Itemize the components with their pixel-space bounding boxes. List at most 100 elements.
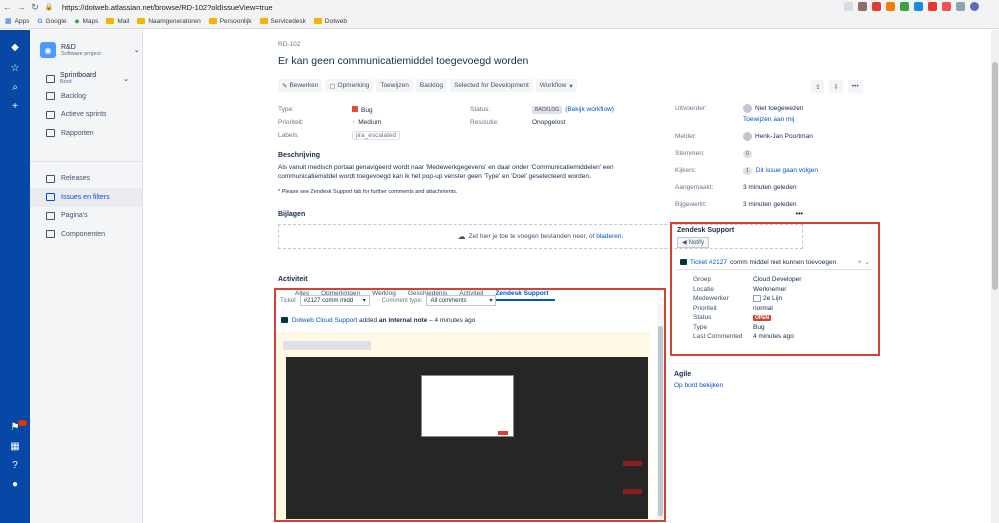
- bookmark-dotweb[interactable]: Dotweb: [313, 18, 347, 25]
- share-icon[interactable]: ⇪: [811, 80, 825, 93]
- extension-icon[interactable]: [858, 2, 867, 11]
- extension-icon[interactable]: [872, 2, 881, 11]
- project-header[interactable]: ◉ R&D Software project ⌄: [30, 30, 142, 58]
- field-key: Status: [693, 314, 712, 322]
- sidebar-item-backlog[interactable]: Backlog: [30, 87, 142, 106]
- redacted-text-block: [283, 341, 371, 350]
- field-key: Locatie: [693, 285, 714, 293]
- view-on-board-link[interactable]: Op bord bekijken: [674, 382, 723, 389]
- reload-icon[interactable]: ↻: [28, 2, 42, 13]
- zendesk-activity-panel: Ticket #2127 comm midd ▾ Comment type: Al…: [274, 288, 666, 522]
- export-icon[interactable]: ⇩: [829, 80, 843, 93]
- bookmark-mail[interactable]: Mail: [106, 18, 129, 25]
- address-bar[interactable]: https://dotweb.atlassian.net/browse/RD-1…: [62, 3, 273, 12]
- notify-button[interactable]: ◀ Notify: [677, 237, 709, 248]
- field-value: 4 minutes ago: [753, 333, 794, 341]
- assign-to-me-link[interactable]: Toewijzen aan mij: [743, 116, 794, 123]
- issue-key[interactable]: RD-102: [278, 41, 300, 48]
- star-icon[interactable]: [844, 2, 853, 11]
- chevron-down-icon[interactable]: ⌄: [123, 75, 129, 83]
- ticket-select[interactable]: #2127 comm midd ▾: [299, 295, 370, 306]
- close-icon[interactable]: ×: [858, 259, 862, 266]
- forward-icon[interactable]: →: [14, 2, 28, 12]
- bookmark-servicedesk[interactable]: Servicedesk: [259, 18, 306, 25]
- jira-logo-icon[interactable]: ◆: [11, 42, 19, 55]
- page-scrollbar-thumb[interactable]: [992, 62, 998, 290]
- sidebar-item-reports[interactable]: Rapporten: [30, 124, 142, 143]
- backlog-button[interactable]: Backlog: [415, 79, 447, 92]
- zendesk-icon: [680, 259, 687, 265]
- zendesk-support-panel: Zendesk Support ◀ Notify Ticket #2127 com…: [670, 222, 880, 356]
- backlog-icon: [46, 92, 55, 101]
- reporter-label: Melder:: [675, 133, 697, 140]
- page-title: Er kan geen communicatiemiddel toegevoeg…: [278, 55, 529, 67]
- embedded-screenshot: [286, 357, 648, 519]
- linked-ticket: Ticket #2127 comm middel niet kunnen toe…: [677, 255, 873, 270]
- votes-count[interactable]: 0: [743, 149, 752, 158]
- notifications-icon[interactable]: ⚑: [11, 420, 27, 435]
- people-panel: Uitvoerder: Niet toegewezen Toewijzen aan…: [675, 103, 865, 210]
- app-switcher-icon[interactable]: ▦: [10, 441, 19, 454]
- sidebar-item-components[interactable]: Componenten: [30, 225, 142, 244]
- assignee-value: Niet toegewezen: [755, 105, 804, 112]
- more-icon[interactable]: •••: [847, 80, 863, 93]
- profile-icon[interactable]: [970, 2, 979, 11]
- comment-author-link[interactable]: Dotweb Cloud Support: [292, 317, 357, 324]
- star-icon[interactable]: ☆: [11, 63, 20, 76]
- chevron-down-icon[interactable]: ⌄: [134, 46, 140, 54]
- sidebar-item-active-sprints[interactable]: Actieve sprints: [30, 106, 142, 125]
- view-workflow-link[interactable]: (Bekijk workflow): [565, 106, 614, 113]
- zendesk-icon: [281, 317, 288, 324]
- ticket-fields: Groep Cloud Developer Locatie Werknemer Me…: [677, 275, 873, 342]
- profile-icon[interactable]: ●: [12, 479, 18, 492]
- search-icon[interactable]: ⌕: [12, 82, 18, 95]
- page-scrollbar[interactable]: [991, 30, 999, 523]
- bookmark-apps[interactable]: ▦ Apps: [5, 17, 29, 26]
- edit-button[interactable]: ✎ Bewerken: [278, 79, 323, 92]
- bookmark-maps[interactable]: ◆ Maps: [74, 17, 98, 26]
- selected-for-development-button[interactable]: Selected for Development: [449, 79, 533, 92]
- assign-button[interactable]: Toewijzen: [376, 79, 413, 92]
- extension-icon[interactable]: [956, 2, 965, 11]
- component-icon: [46, 230, 55, 239]
- label-tag[interactable]: jira_escalated: [352, 131, 401, 140]
- sidebar-item-releases[interactable]: Releases: [30, 170, 142, 189]
- comment-attachment-image[interactable]: [276, 332, 650, 520]
- field-value: normal: [753, 304, 773, 312]
- create-icon[interactable]: +: [12, 101, 18, 114]
- sprint-icon: [46, 110, 55, 119]
- bookmark-persoonlijk[interactable]: Persoonlijk: [208, 18, 252, 25]
- ticket-link[interactable]: Ticket #2127: [690, 259, 727, 266]
- extension-icon[interactable]: [942, 2, 951, 11]
- reporter-value[interactable]: Henk-Jan Poortman: [755, 133, 813, 140]
- sidebar-item-pages[interactable]: Pagina's: [30, 207, 142, 226]
- project-sidebar: ◉ R&D Software project ⌄ Sprintboard Bor…: [30, 30, 143, 523]
- comment-type-select[interactable]: All comments ▾: [426, 295, 497, 306]
- pencil-icon: ✎: [282, 82, 288, 90]
- extension-icon[interactable]: [886, 2, 895, 11]
- browse-link[interactable]: bladeren.: [596, 233, 623, 240]
- bug-icon: [352, 105, 358, 112]
- extension-icon[interactable]: [914, 2, 923, 11]
- back-icon[interactable]: ←: [0, 2, 14, 12]
- more-icon[interactable]: •••: [796, 211, 803, 218]
- board-switcher[interactable]: Sprintboard Bord ⌄: [30, 58, 142, 85]
- extension-icon[interactable]: [928, 2, 937, 11]
- sidebar-item-issues[interactable]: Issues en filters: [30, 188, 142, 207]
- comment-button[interactable]: ▢ Opmerking: [325, 79, 374, 92]
- page-icon: [46, 211, 55, 220]
- bookmark-naamgeneratoren[interactable]: Naamgeneratoren: [137, 18, 201, 25]
- scrollbar-thumb[interactable]: [658, 326, 663, 516]
- description-text[interactable]: Als vanuit medisch portaal genavigeerd w…: [278, 163, 623, 181]
- scrollbar[interactable]: [657, 304, 664, 520]
- extension-icon[interactable]: [900, 2, 909, 11]
- field-value: Werknemer: [753, 285, 787, 293]
- chart-icon: [46, 129, 55, 138]
- watchers-count[interactable]: 1: [743, 166, 752, 175]
- type-label: Type:: [278, 106, 294, 113]
- bookmark-google[interactable]: G Google: [37, 18, 66, 25]
- chevron-down-icon[interactable]: ⌄: [865, 258, 870, 266]
- watch-issue-link[interactable]: Dit issue gaan volgen: [756, 167, 818, 174]
- help-icon[interactable]: ?: [12, 460, 18, 473]
- workflow-button[interactable]: Workflow ▾: [535, 79, 577, 92]
